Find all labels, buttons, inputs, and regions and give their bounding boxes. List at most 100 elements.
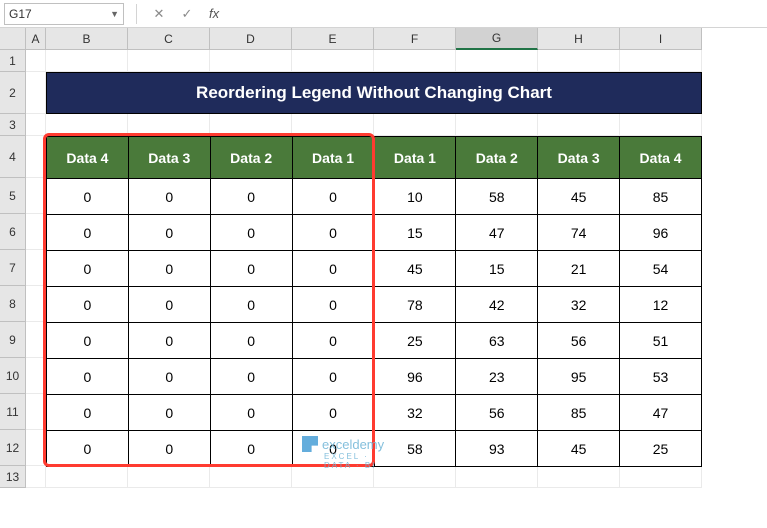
row-header-11[interactable]: 11 (0, 394, 26, 430)
table-row[interactable]: 000032568547 (47, 395, 702, 431)
row-header-6[interactable]: 6 (0, 214, 26, 250)
table-cell[interactable]: 0 (292, 359, 374, 395)
table-cell[interactable]: 10 (374, 179, 456, 215)
row-header-1[interactable]: 1 (0, 50, 26, 72)
table-cell[interactable]: 32 (538, 287, 620, 323)
table-cell[interactable]: 54 (620, 251, 702, 287)
row-header-12[interactable]: 12 (0, 430, 26, 466)
table-row[interactable]: 000025635651 (47, 323, 702, 359)
table-row[interactable]: 000010584585 (47, 179, 702, 215)
row-header-2[interactable]: 2 (0, 72, 26, 114)
table-cell[interactable]: 53 (620, 359, 702, 395)
cancel-icon[interactable]: ✕ (149, 6, 169, 22)
table-cell[interactable]: 96 (620, 215, 702, 251)
table-cell[interactable]: 51 (620, 323, 702, 359)
table-cell[interactable]: 0 (292, 251, 374, 287)
table-cell[interactable]: 21 (538, 251, 620, 287)
select-all-corner[interactable] (0, 28, 26, 50)
table-cell[interactable]: 93 (456, 431, 538, 467)
col-header-H[interactable]: H (538, 28, 620, 50)
table-header[interactable]: Data 2 (210, 137, 292, 179)
table-cell[interactable]: 0 (128, 179, 210, 215)
col-header-A[interactable]: A (26, 28, 46, 50)
table-cell[interactable]: 78 (374, 287, 456, 323)
table-cell[interactable]: 0 (292, 179, 374, 215)
table-cell[interactable]: 0 (210, 179, 292, 215)
formula-input[interactable] (227, 3, 763, 25)
table-cell[interactable]: 0 (210, 395, 292, 431)
table-header[interactable]: Data 2 (456, 137, 538, 179)
table-cell[interactable]: 95 (538, 359, 620, 395)
table-cell[interactable]: 56 (538, 323, 620, 359)
table-header[interactable]: Data 4 (47, 137, 129, 179)
table-cell[interactable]: 0 (292, 215, 374, 251)
table-row[interactable]: 000078423212 (47, 287, 702, 323)
table-cell[interactable]: 0 (210, 431, 292, 467)
table-cell[interactable]: 0 (210, 323, 292, 359)
table-cell[interactable]: 0 (47, 179, 129, 215)
row-header-8[interactable]: 8 (0, 286, 26, 322)
col-header-I[interactable]: I (620, 28, 702, 50)
table-cell[interactable]: 45 (538, 431, 620, 467)
table-row[interactable]: 000058934525 (47, 431, 702, 467)
table-cell[interactable]: 0 (292, 395, 374, 431)
col-header-F[interactable]: F (374, 28, 456, 50)
table-cell[interactable]: 0 (210, 215, 292, 251)
table-cell[interactable]: 85 (538, 395, 620, 431)
row-header-13[interactable]: 13 (0, 466, 26, 488)
table-cell[interactable]: 0 (128, 395, 210, 431)
row-header-5[interactable]: 5 (0, 178, 26, 214)
table-header[interactable]: Data 1 (292, 137, 374, 179)
table-cell[interactable]: 15 (374, 215, 456, 251)
table-cell[interactable]: 0 (292, 431, 374, 467)
table-header[interactable]: Data 4 (620, 137, 702, 179)
table-cell[interactable]: 96 (374, 359, 456, 395)
name-box[interactable]: G17 ▼ (4, 3, 124, 25)
table-cell[interactable]: 0 (47, 287, 129, 323)
table-cell[interactable]: 47 (620, 395, 702, 431)
table-cell[interactable]: 45 (374, 251, 456, 287)
table-cell[interactable]: 12 (620, 287, 702, 323)
table-cell[interactable]: 0 (210, 287, 292, 323)
table-row[interactable]: 000096239553 (47, 359, 702, 395)
table-cell[interactable]: 0 (128, 215, 210, 251)
table-cell[interactable]: 0 (47, 251, 129, 287)
table-cell[interactable]: 0 (210, 359, 292, 395)
table-cell[interactable]: 58 (374, 431, 456, 467)
table-cell[interactable]: 0 (128, 251, 210, 287)
table-cell[interactable]: 0 (47, 323, 129, 359)
table-row[interactable]: 000045152154 (47, 251, 702, 287)
table-cell[interactable]: 63 (456, 323, 538, 359)
table-cell[interactable]: 0 (292, 287, 374, 323)
table-cell[interactable]: 0 (128, 359, 210, 395)
table-header[interactable]: Data 3 (538, 137, 620, 179)
table-cell[interactable]: 0 (47, 215, 129, 251)
row-header-4[interactable]: 4 (0, 136, 26, 178)
table-cell[interactable]: 45 (538, 179, 620, 215)
chevron-down-icon[interactable]: ▼ (110, 9, 119, 19)
table-header[interactable]: Data 3 (128, 137, 210, 179)
table-cell[interactable]: 25 (374, 323, 456, 359)
col-header-B[interactable]: B (46, 28, 128, 50)
table-cell[interactable]: 0 (292, 323, 374, 359)
row-header-9[interactable]: 9 (0, 322, 26, 358)
table-cell[interactable]: 32 (374, 395, 456, 431)
table-cell[interactable]: 0 (128, 323, 210, 359)
table-cell[interactable]: 23 (456, 359, 538, 395)
table-cell[interactable]: 0 (47, 431, 129, 467)
row-header-3[interactable]: 3 (0, 114, 26, 136)
table-cell[interactable]: 56 (456, 395, 538, 431)
table-cell[interactable]: 0 (128, 287, 210, 323)
col-header-E[interactable]: E (292, 28, 374, 50)
row-header-7[interactable]: 7 (0, 250, 26, 286)
table-cell[interactable]: 0 (210, 251, 292, 287)
col-header-D[interactable]: D (210, 28, 292, 50)
table-cell[interactable]: 25 (620, 431, 702, 467)
table-cell[interactable]: 42 (456, 287, 538, 323)
table-cell[interactable]: 85 (620, 179, 702, 215)
table-row[interactable]: 000015477496 (47, 215, 702, 251)
table-cell[interactable]: 15 (456, 251, 538, 287)
cells-area[interactable]: Reordering Legend Without Changing Chart… (26, 50, 702, 488)
col-header-G[interactable]: G (456, 28, 538, 50)
fx-label[interactable]: fx (209, 6, 219, 21)
